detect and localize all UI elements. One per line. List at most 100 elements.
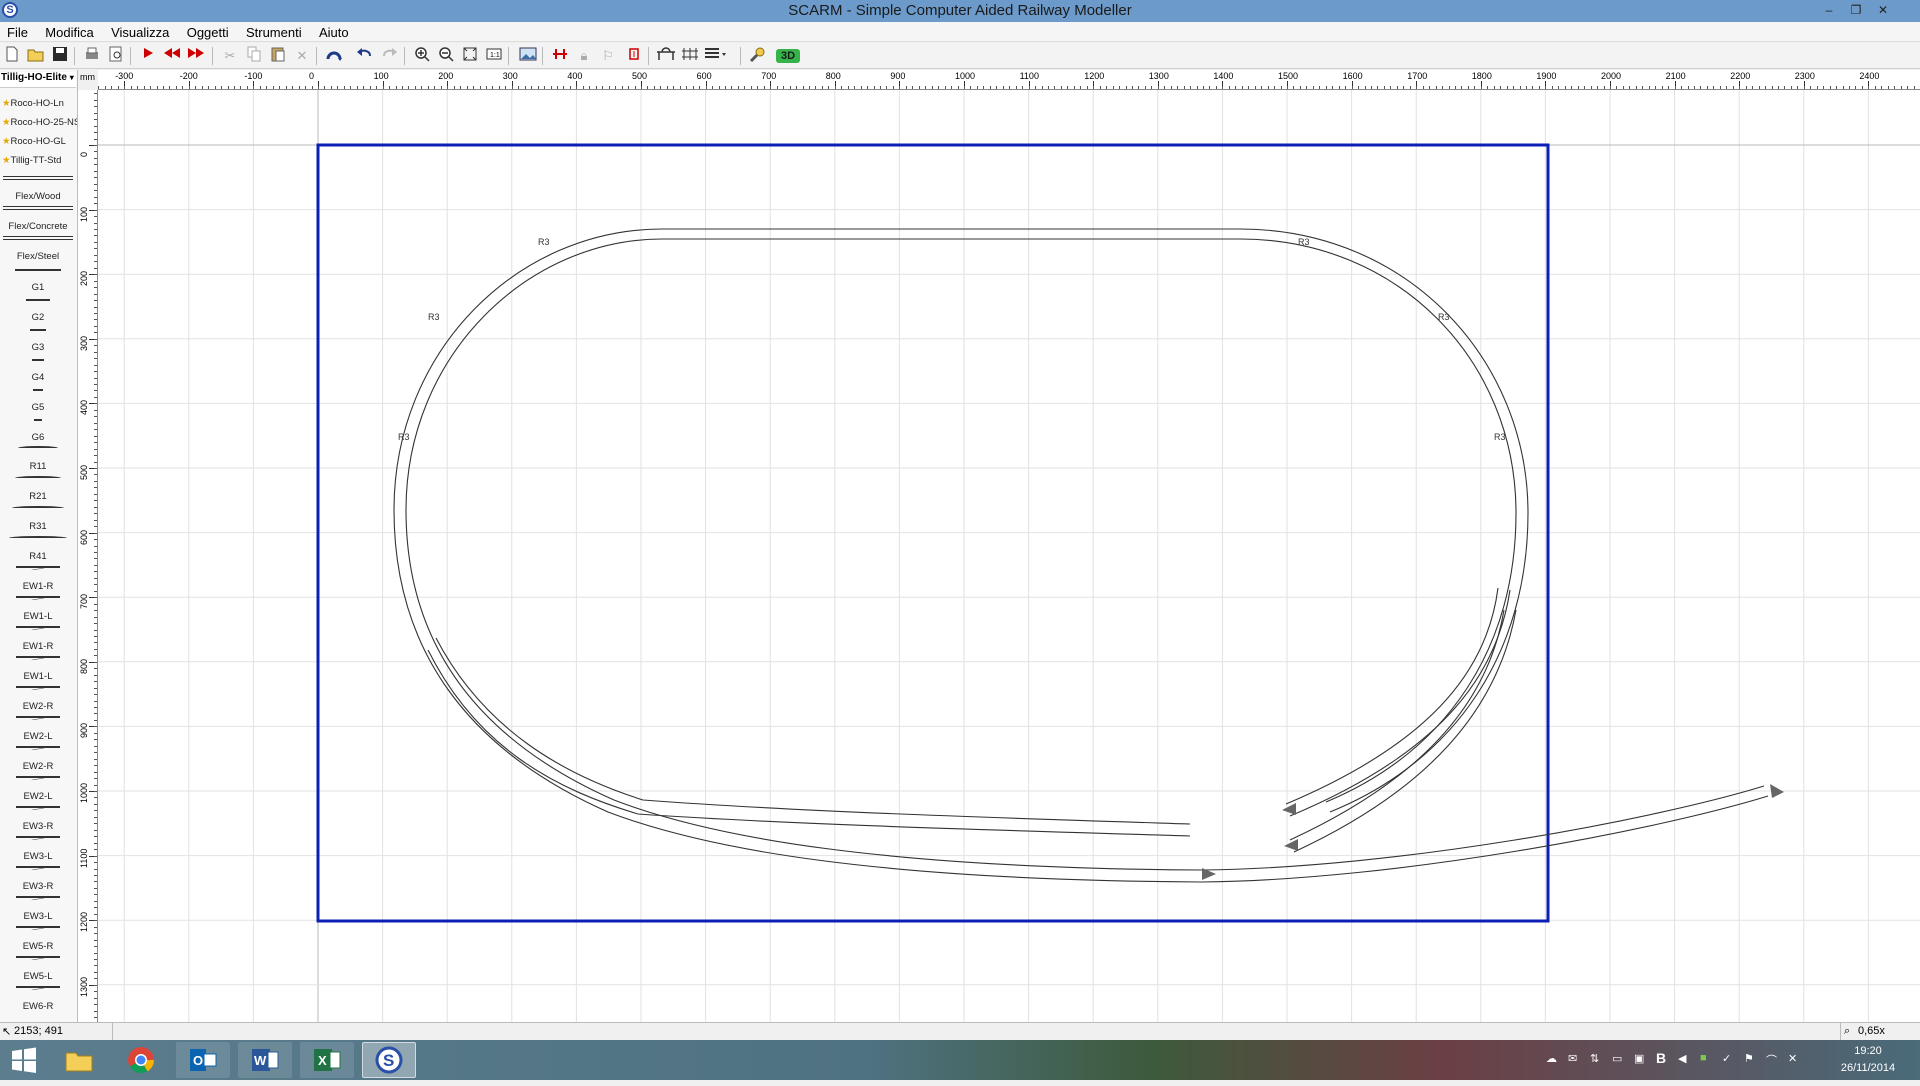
track-item[interactable]: EW2-R <box>0 746 76 772</box>
chrome-icon[interactable] <box>114 1042 168 1078</box>
track-item[interactable]: EW2-L <box>0 776 76 802</box>
scarm-icon[interactable]: S <box>362 1042 416 1078</box>
wifi-icon[interactable]: ⌒ <box>1766 1052 1777 1068</box>
rewind-icon[interactable] <box>162 46 182 66</box>
track-item[interactable]: G2 <box>0 296 76 323</box>
track-item[interactable]: G6 <box>0 416 76 443</box>
3d-icon[interactable]: 3D <box>776 49 800 63</box>
track-split-icon[interactable] <box>550 46 570 66</box>
image-icon[interactable] <box>518 46 538 66</box>
forward-icon[interactable] <box>186 46 206 66</box>
usb-icon[interactable]: ▭ <box>1612 1052 1622 1065</box>
track-item[interactable]: EW2-L <box>0 716 76 742</box>
new-icon[interactable] <box>2 46 22 66</box>
ruler-minor-tick <box>94 539 97 541</box>
track-item[interactable]: EW1-R <box>0 566 76 592</box>
lock-icon[interactable]: 🔒︎ <box>574 46 594 66</box>
outlook-tray-icon[interactable]: ✉ <box>1568 1052 1577 1065</box>
check-icon[interactable]: ✓ <box>1722 1052 1731 1065</box>
track-item[interactable]: EW6-R <box>0 986 76 1012</box>
menu-modifica[interactable]: Modifica <box>38 22 100 40</box>
restore-button[interactable]: ❐ <box>1843 0 1869 20</box>
copy-icon[interactable] <box>244 46 264 66</box>
track-item[interactable]: EW5-R <box>0 926 76 952</box>
ruler-tick-label: 1300 <box>1148 71 1169 81</box>
flag-icon[interactable]: ⚐ <box>598 46 618 66</box>
ruler-minor-tick <box>1215 86 1217 89</box>
cloud-icon[interactable]: ☁ <box>1546 1052 1557 1065</box>
flag-tray-icon[interactable]: ⚑ <box>1744 1052 1754 1065</box>
bold-b-icon[interactable]: B <box>1656 1050 1666 1066</box>
track-item[interactable]: EW2-R <box>0 686 76 712</box>
menu-aiuto[interactable]: Aiuto <box>312 22 356 40</box>
zoom-page-icon[interactable]: 1:1 <box>484 46 504 66</box>
zoom-level[interactable]: 0,65x <box>1858 1025 1885 1037</box>
favorite-library[interactable]: ★Tillig-TT-Std <box>2 155 61 166</box>
cut-icon[interactable]: ✂ <box>220 46 240 66</box>
file-explorer-icon[interactable] <box>52 1042 106 1078</box>
menu-strumenti[interactable]: Strumenti <box>239 22 309 40</box>
print-icon[interactable] <box>82 46 102 66</box>
ruler-minor-tick <box>94 216 97 218</box>
ruler-minor-tick <box>983 86 985 89</box>
excel-icon[interactable]: X <box>300 1042 354 1078</box>
minimize-button[interactable]: – <box>1816 0 1842 20</box>
track-item[interactable]: EW3-L <box>0 836 76 862</box>
windows-start-icon[interactable] <box>0 1042 48 1078</box>
paste-icon[interactable] <box>268 46 288 66</box>
outlook-icon[interactable]: O <box>176 1042 230 1078</box>
menu-visualizza[interactable]: Visualizza <box>104 22 176 40</box>
undo-icon[interactable] <box>354 46 374 66</box>
network-icon[interactable]: ⇅ <box>1590 1052 1599 1065</box>
print-preview-icon[interactable] <box>106 46 126 66</box>
track-item[interactable]: EW5-L <box>0 956 76 982</box>
word-icon[interactable]: W <box>238 1042 292 1078</box>
grid-icon[interactable] <box>680 46 700 66</box>
track-item[interactable]: G4 <box>0 356 76 383</box>
layout-canvas[interactable]: R3 R3 R3 R3 R3 R3 <box>98 90 1920 1022</box>
favorite-library[interactable]: ★Roco-HO-25-NS <box>2 117 77 128</box>
layers-icon[interactable] <box>704 46 726 66</box>
zoom-in-icon[interactable] <box>412 46 432 66</box>
close-button[interactable]: ✕ <box>1870 0 1896 20</box>
eraser-icon[interactable] <box>624 46 644 66</box>
track-item[interactable]: R11 <box>0 446 76 472</box>
clock-time[interactable]: 19:20 <box>1838 1045 1898 1057</box>
volume-icon[interactable]: ◀ <box>1678 1052 1686 1065</box>
track-item[interactable]: Flex/Wood <box>0 176 76 202</box>
magnify-icon[interactable] <box>748 46 768 66</box>
save-icon[interactable] <box>50 46 70 66</box>
track-item[interactable]: R21 <box>0 476 76 502</box>
zoom-fit-icon[interactable] <box>460 46 480 66</box>
nvidia-icon[interactable]: ■ <box>1700 1052 1707 1064</box>
redo-icon[interactable] <box>380 46 400 66</box>
library-selector[interactable]: Tillig-HO-Elite ▾ <box>0 72 76 88</box>
track-item[interactable]: G1 <box>0 266 76 293</box>
favorite-library[interactable]: ★Roco-HO-Ln <box>2 98 64 109</box>
play-icon[interactable] <box>138 46 158 66</box>
track-item[interactable]: Flex/Steel <box>0 236 76 262</box>
track-item[interactable]: G5 <box>0 386 76 413</box>
track-item[interactable]: EW3-R <box>0 866 76 892</box>
track-item[interactable]: EW1-L <box>0 656 76 682</box>
menu-oggetti[interactable]: Oggetti <box>180 22 236 40</box>
track-item[interactable]: Flex/Concrete <box>0 206 76 232</box>
clock-date[interactable]: 26/11/2014 <box>1838 1062 1898 1074</box>
track-item[interactable]: EW1-R <box>0 626 76 652</box>
bridge-icon[interactable] <box>656 46 676 66</box>
delete-icon[interactable]: ✕ <box>292 46 312 66</box>
favorite-library[interactable]: ★Roco-HO-GL <box>2 136 66 147</box>
track-item[interactable]: R41 <box>0 536 76 562</box>
open-icon[interactable] <box>26 46 46 66</box>
rotate-icon[interactable] <box>324 46 344 66</box>
track-item[interactable]: EW3-R <box>0 806 76 832</box>
track-plan[interactable]: R3 R3 R3 R3 R3 R3 <box>98 90 1920 1022</box>
speaker-mute-icon[interactable]: ✕ <box>1788 1052 1797 1065</box>
track-item[interactable]: G3 <box>0 326 76 353</box>
display-icon[interactable]: ▣ <box>1634 1052 1644 1065</box>
track-item[interactable]: R31 <box>0 506 76 532</box>
zoom-out-icon[interactable] <box>436 46 456 66</box>
track-item[interactable]: EW1-L <box>0 596 76 622</box>
track-item[interactable]: EW3-L <box>0 896 76 922</box>
menu-file[interactable]: File <box>0 22 35 40</box>
